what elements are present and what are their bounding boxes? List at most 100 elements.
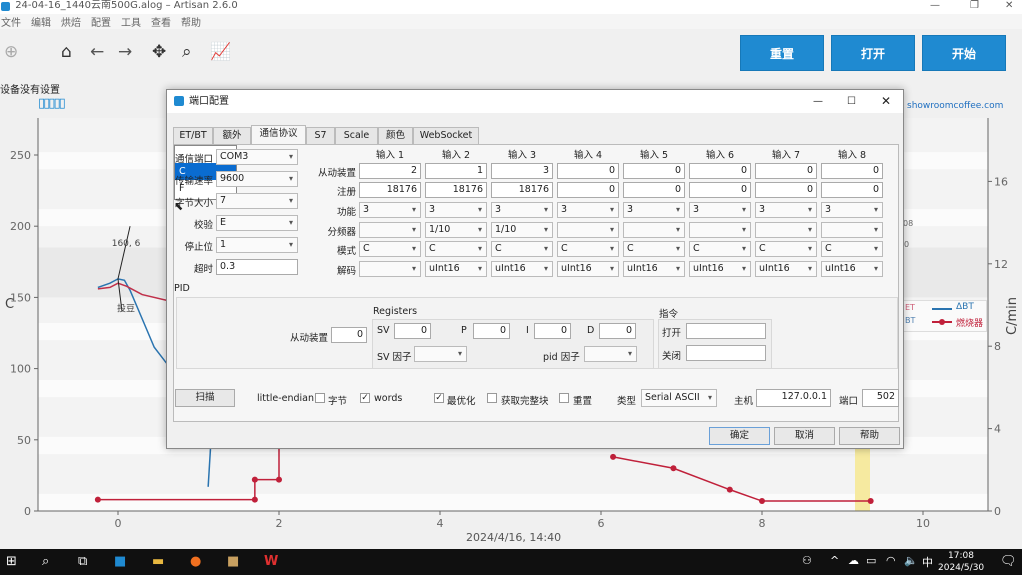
input-divider-select[interactable]: 1/10 <box>491 222 553 238</box>
artisan-taskbar-icon[interactable]: ■ <box>114 554 126 569</box>
serial-input[interactable]: 0.3 <box>216 259 298 275</box>
serial-select[interactable]: E <box>216 215 298 231</box>
plus-circle-icon[interactable]: ⊕ <box>4 42 18 62</box>
dialog-maximize-button[interactable]: ☐ <box>847 90 856 113</box>
input-mode-select[interactable]: C <box>689 241 751 257</box>
firefox-icon[interactable]: ● <box>190 554 201 569</box>
serial-select[interactable]: 1 <box>216 237 298 253</box>
input-decode-select[interactable]: uInt16 <box>755 261 817 277</box>
input-divider-select[interactable] <box>755 222 817 238</box>
fetch-checkbox[interactable] <box>487 393 497 403</box>
input-register-field[interactable]: 18176 <box>491 182 553 198</box>
minimize-button[interactable]: — <box>930 0 940 12</box>
input-decode-select[interactable]: uInt16 <box>491 261 553 277</box>
serial-select[interactable]: 7 <box>216 193 298 209</box>
input-divider-select[interactable] <box>623 222 685 238</box>
open-button[interactable]: 打开 <box>831 35 915 71</box>
menu-config[interactable]: 配置 <box>91 18 111 29</box>
menu-file[interactable]: 文件 <box>1 18 21 29</box>
menu-tools[interactable]: 工具 <box>121 18 141 29</box>
wps-icon[interactable]: W <box>264 554 278 569</box>
close-button[interactable]: ✕ <box>1005 0 1013 12</box>
dialog-close-button[interactable]: ✕ <box>881 90 891 113</box>
home-icon[interactable]: ⌂ <box>61 42 72 62</box>
words-checkbox[interactable]: ✓ <box>360 393 370 403</box>
pid-sv-input[interactable]: 0 <box>394 323 431 339</box>
input-register-field[interactable]: 0 <box>689 182 751 198</box>
input-function-select[interactable]: 3 <box>689 202 751 218</box>
input-decode-select[interactable] <box>359 261 421 277</box>
input-decode-select[interactable]: uInt16 <box>689 261 751 277</box>
input-register-field[interactable]: 0 <box>623 182 685 198</box>
back-arrow-icon[interactable]: ← <box>90 42 104 62</box>
tab-websocket[interactable]: WebSocket <box>413 127 479 144</box>
tab-scale[interactable]: Scale <box>335 127 378 144</box>
wifi-icon[interactable]: ◠ <box>886 554 896 567</box>
task-view-icon[interactable]: ⧉ <box>78 554 87 569</box>
pid-p-input[interactable]: 0 <box>473 323 510 339</box>
input-slave-field[interactable]: 0 <box>557 163 619 179</box>
cancel-button[interactable]: 取消 <box>774 427 835 445</box>
input-divider-select[interactable] <box>359 222 421 238</box>
sv-factor-select[interactable] <box>414 346 467 362</box>
input-register-field[interactable]: 0 <box>557 182 619 198</box>
watermark-link[interactable]: showroomcoffee.com <box>907 101 1003 111</box>
cmd-on-input[interactable] <box>686 323 766 339</box>
restore-button[interactable]: ❐ <box>970 0 979 12</box>
serial-select[interactable]: COM3 <box>216 149 298 165</box>
input-mode-select[interactable]: C <box>491 241 553 257</box>
port-input[interactable]: 502 <box>862 389 899 407</box>
input-mode-select[interactable]: C <box>755 241 817 257</box>
input-slave-field[interactable]: 3 <box>491 163 553 179</box>
cmd-off-input[interactable] <box>686 345 766 361</box>
input-function-select[interactable]: 3 <box>623 202 685 218</box>
battery-icon[interactable]: ▭ <box>866 554 876 567</box>
cloud-icon[interactable]: ☁ <box>848 554 859 567</box>
input-register-field[interactable]: 0 <box>755 182 817 198</box>
input-slave-field[interactable]: 0 <box>623 163 685 179</box>
search-icon[interactable]: ⌕ <box>42 554 49 569</box>
input-function-select[interactable]: 3 <box>821 202 883 218</box>
menu-view[interactable]: 查看 <box>151 18 171 29</box>
reset-button[interactable]: 重置 <box>740 35 824 71</box>
notification-icon[interactable]: 🗨 <box>1000 554 1017 569</box>
input-decode-select[interactable]: uInt16 <box>557 261 619 277</box>
reset-checkbox[interactable] <box>559 393 569 403</box>
windows-start-icon[interactable]: ⊞ <box>6 554 17 569</box>
input-function-select[interactable]: 3 <box>557 202 619 218</box>
input-divider-select[interactable] <box>557 222 619 238</box>
forward-arrow-icon[interactable]: → <box>118 42 132 62</box>
input-function-select[interactable]: 3 <box>755 202 817 218</box>
input-function-select[interactable]: 3 <box>425 202 487 218</box>
input-register-field[interactable]: 18176 <box>425 182 487 198</box>
pid-factor-select[interactable] <box>584 346 637 362</box>
type-select[interactable]: Serial ASCII <box>641 389 717 407</box>
input-mode-select[interactable]: C <box>821 241 883 257</box>
input-divider-select[interactable]: 1/10 <box>425 222 487 238</box>
serial-select[interactable]: 9600 <box>216 171 298 187</box>
dialog-minimize-button[interactable]: — <box>813 90 823 113</box>
host-input[interactable]: 127.0.0.1 <box>756 389 831 407</box>
input-divider-select[interactable] <box>689 222 751 238</box>
tab-s7[interactable]: S7 <box>306 127 335 144</box>
input-function-select[interactable]: 3 <box>359 202 421 218</box>
pan-icon[interactable]: ✥ <box>152 42 166 62</box>
tray-chevron-icon[interactable]: ^ <box>830 554 839 567</box>
input-slave-field[interactable]: 0 <box>821 163 883 179</box>
input-register-field[interactable]: 18176 <box>359 182 421 198</box>
menu-edit[interactable]: 编辑 <box>31 18 51 29</box>
file-explorer-icon[interactable]: ▬ <box>152 554 164 569</box>
people-icon[interactable]: ⚇ <box>802 554 812 567</box>
ime-indicator[interactable]: 中 <box>922 554 933 570</box>
menu-help[interactable]: 帮助 <box>181 18 201 29</box>
tab-protocol[interactable]: 通信协议 <box>251 125 306 145</box>
input-mode-select[interactable]: C <box>425 241 487 257</box>
ok-button[interactable]: 确定 <box>709 427 770 445</box>
pid-d-input[interactable]: 0 <box>599 323 636 339</box>
chart-line-icon[interactable]: 📈 <box>210 42 231 62</box>
byte-checkbox[interactable] <box>315 393 325 403</box>
input-slave-field[interactable]: 0 <box>689 163 751 179</box>
input-slave-field[interactable]: 2 <box>359 163 421 179</box>
volume-icon[interactable]: 🔈 <box>904 554 918 567</box>
input-slave-field[interactable]: 0 <box>755 163 817 179</box>
